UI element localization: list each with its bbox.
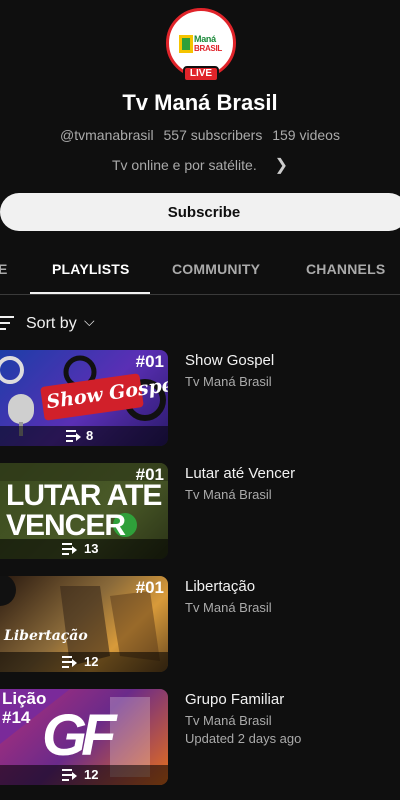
playlist-item[interactable]: Lição #14 GF 12 Grupo Familiar Tv Maná B…	[0, 689, 400, 785]
channel-description: Tv online e por satélite.	[111, 157, 257, 173]
logo-mark-icon	[179, 35, 193, 53]
playlist-video-count: 13	[84, 541, 99, 556]
playlist-icon	[62, 656, 77, 668]
playlist-icon	[62, 769, 77, 781]
channel-avatar[interactable]: Maná BRASIL LIVE	[166, 8, 236, 82]
thumbnail-text: Libertação	[4, 628, 88, 644]
playlist-video-count: 12	[84, 767, 99, 782]
playlist-item[interactable]: #01 Show Gospel 8 Show Gospel Tv Maná Br…	[0, 350, 400, 446]
chevron-right-icon: ❯	[274, 157, 289, 174]
playlist-channel: Tv Maná Brasil	[185, 487, 272, 502]
video-count: 159 videos	[272, 127, 340, 143]
logo-text: Maná	[194, 34, 216, 44]
playlist-title[interactable]: Lutar até Vencer	[185, 465, 295, 482]
thumbnail-tag: #01	[135, 352, 164, 371]
playlist-title[interactable]: Libertação	[185, 578, 255, 595]
sort-label: Sort by	[26, 315, 77, 332]
tab-playlists[interactable]: PLAYLISTS	[52, 261, 130, 277]
logo-subtext: BRASIL	[194, 44, 222, 53]
subscriber-count: 557 subscribers	[163, 127, 263, 143]
channel-name: Tv Maná Brasil	[122, 90, 278, 115]
tab-partial[interactable]: E	[0, 261, 8, 277]
live-badge: LIVE	[183, 66, 219, 82]
tab-community[interactable]: COMMUNITY	[172, 261, 260, 277]
thumbnail-text: LUTAR ATE VENCER	[6, 479, 162, 542]
video-count-bar: 12	[0, 652, 168, 672]
sort-icon	[0, 316, 14, 330]
channel-description-row[interactable]: Tv online e por satélite. ❯	[0, 155, 400, 175]
video-count-bar: 8	[0, 426, 168, 446]
playlist-channel: Tv Maná Brasil	[185, 713, 272, 728]
playlist-item[interactable]: #01 Libertação 12 Libertação Tv Maná Bra…	[0, 576, 400, 672]
playlist-title[interactable]: Show Gospel	[185, 352, 274, 369]
channel-meta: @tvmanabrasil 557 subscribers 159 videos	[0, 127, 400, 143]
thumbnail-text: GF	[42, 703, 117, 768]
channel-handle: @tvmanabrasil	[60, 127, 154, 143]
playlist-channel: Tv Maná Brasil	[185, 600, 272, 615]
video-count-bar: 12	[0, 765, 168, 785]
playlist-item[interactable]: #01 LUTAR ATE VENCER 13 Lutar até Vencer…	[0, 463, 400, 559]
playlist-thumbnail[interactable]: #01 Show Gospel 8	[0, 350, 168, 446]
subscribe-button[interactable]: Subscribe	[0, 193, 400, 231]
playlist-icon	[62, 543, 77, 555]
playlist-video-count: 8	[86, 428, 94, 443]
tab-channels[interactable]: CHANNELS	[306, 261, 385, 277]
playlist-icon	[66, 430, 81, 442]
thumbnail-tag: #01	[135, 578, 164, 597]
chevron-down-icon: ⌵	[84, 313, 95, 329]
playlist-thumbnail[interactable]: Lição #14 GF 12	[0, 689, 168, 785]
channel-logo: Maná BRASIL	[179, 33, 227, 59]
channel-tabs: E PLAYLISTS COMMUNITY CHANNELS	[0, 247, 400, 295]
playlist-video-count: 12	[84, 654, 99, 669]
playlist-updated: Updated 2 days ago	[185, 731, 302, 746]
playlist-thumbnail[interactable]: #01 LUTAR ATE VENCER 13	[0, 463, 168, 559]
sort-by-button[interactable]: Sort by ⌵	[0, 312, 200, 336]
playlist-channel: Tv Maná Brasil	[185, 374, 272, 389]
playlist-title[interactable]: Grupo Familiar	[185, 691, 284, 708]
active-tab-indicator	[30, 292, 150, 294]
playlist-thumbnail[interactable]: #01 Libertação 12	[0, 576, 168, 672]
video-count-bar: 13	[0, 539, 168, 559]
